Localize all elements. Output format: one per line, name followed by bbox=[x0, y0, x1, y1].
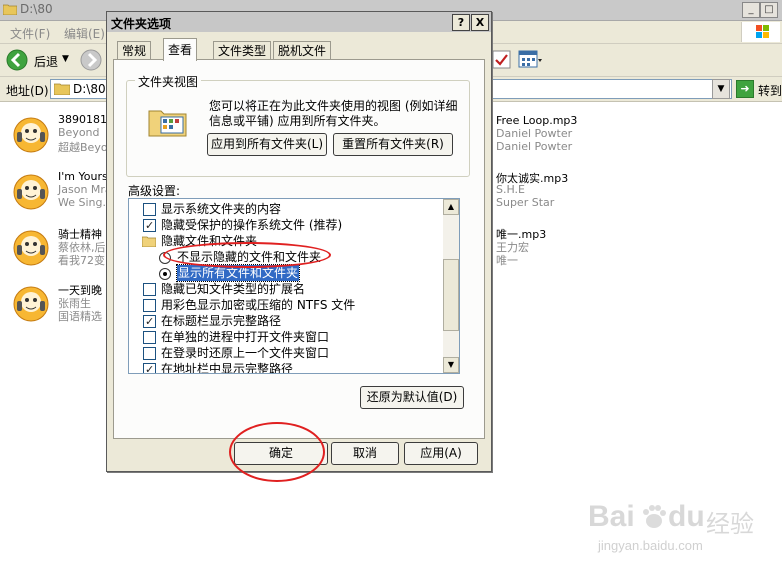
baidu-jingyan-watermark: Bai du 经验 jingyan.baidu.com bbox=[588, 500, 778, 570]
file-name: 唯一.mp3 bbox=[496, 228, 547, 241]
setting-label: 用彩色显示加密或压缩的 NTFS 文件 bbox=[161, 298, 356, 312]
setting-label: 隐藏已知文件类型的扩展名 bbox=[161, 282, 306, 296]
restore-defaults-button[interactable]: 还原为默认值(D) bbox=[360, 386, 464, 409]
radio-button[interactable] bbox=[159, 268, 171, 280]
advanced-settings-list: 显示系统文件夹的内容 隐藏受保护的操作系统文件 (推荐) 隐藏文件和文件夹 不显… bbox=[128, 198, 460, 374]
setting-label: 显示系统文件夹的内容 bbox=[161, 202, 282, 216]
apply-to-all-folders-button[interactable]: 应用到所有文件夹(L) bbox=[207, 133, 327, 156]
dialog-title: 文件夹选项 bbox=[111, 17, 172, 31]
help-button[interactable]: ? bbox=[452, 14, 470, 31]
group-description: 您可以将正在为此文件夹使用的视图 (例如详细信息或平铺) 应用到所有文件夹。 bbox=[209, 99, 458, 128]
paw-icon bbox=[643, 505, 666, 528]
back-button-label[interactable]: 后退 bbox=[34, 53, 58, 70]
back-dropdown-icon[interactable]: ▼ bbox=[62, 54, 69, 64]
dialog-title-bar: 文件夹选项 ? X bbox=[107, 12, 491, 32]
folder-views-group: 文件夹视图 您可以将正在为此文件夹使用的视图 (例如详细信息或平铺) 应用到所有… bbox=[126, 73, 470, 177]
setting-label: 在地址栏中显示完整路径 bbox=[161, 362, 294, 374]
checkbox[interactable] bbox=[143, 314, 156, 330]
minimize-button[interactable]: _ bbox=[742, 2, 760, 18]
address-value: D:\80 bbox=[73, 82, 106, 96]
file-item[interactable]: 你太诚实.mp3 S.H.E Super Star bbox=[496, 170, 568, 209]
watermark-brand: Bai bbox=[588, 500, 635, 533]
folder-icon bbox=[142, 236, 156, 247]
checkbox[interactable] bbox=[143, 347, 156, 360]
setting-label: 隐藏受保护的操作系统文件 (推荐) bbox=[161, 218, 343, 232]
setting-label: 在单独的进程中打开文件夹窗口 bbox=[161, 330, 330, 344]
file-album: 国语精选 bbox=[58, 310, 102, 323]
file-name: Free Loop.mp3 bbox=[496, 114, 578, 127]
watermark-brand-2: du bbox=[668, 500, 705, 533]
annotation-ellipse-show-all bbox=[163, 242, 331, 268]
menu-file[interactable]: 文件(F) bbox=[10, 25, 50, 42]
list-scrollbar[interactable]: ▲ ▼ bbox=[443, 199, 459, 373]
file-album: Daniel Powter bbox=[496, 140, 573, 153]
watermark-cn: 经验 bbox=[706, 510, 754, 538]
file-album: Super Star bbox=[496, 196, 555, 209]
scroll-thumb[interactable] bbox=[443, 259, 459, 331]
checkbox[interactable] bbox=[143, 203, 156, 216]
address-dropdown-icon[interactable]: ▼ bbox=[712, 79, 730, 99]
setting-label: 在标题栏显示完整路径 bbox=[161, 314, 282, 328]
go-arrow-icon[interactable]: ➜ bbox=[736, 80, 754, 98]
address-label: 地址(D) bbox=[6, 84, 49, 98]
scroll-up-icon[interactable]: ▲ bbox=[443, 199, 459, 215]
music-file-icon bbox=[13, 174, 49, 210]
reset-all-folders-button[interactable]: 重置所有文件夹(R) bbox=[333, 133, 453, 156]
tab-view[interactable]: 查看 bbox=[163, 38, 198, 61]
views-icon[interactable] bbox=[518, 50, 542, 70]
folder-options-dialog: 文件夹选项 ? X 常规 查看 文件类型 脱机文件 文件夹视图 您可以将正在为此… bbox=[106, 11, 492, 472]
file-artist: Daniel Powter bbox=[496, 127, 573, 140]
file-album: 看我72变 bbox=[58, 254, 105, 267]
checkbox[interactable] bbox=[143, 218, 156, 234]
maximize-button[interactable]: □ bbox=[760, 2, 778, 18]
music-file-icon bbox=[13, 117, 49, 153]
tab-offline-files[interactable]: 脱机文件 bbox=[273, 41, 332, 60]
cancel-button[interactable]: 取消 bbox=[331, 442, 399, 465]
folder-view-icon bbox=[148, 110, 187, 137]
windows-logo-icon bbox=[741, 22, 780, 42]
checkbox[interactable] bbox=[143, 331, 156, 344]
group-title: 文件夹视图 bbox=[135, 73, 202, 90]
file-item[interactable]: 唯一.mp3 王力宏 唯一 bbox=[496, 226, 547, 267]
advanced-settings-label: 高级设置: bbox=[128, 184, 181, 198]
explorer-title: D:\80 bbox=[20, 2, 53, 16]
checkbox[interactable] bbox=[143, 283, 156, 296]
back-arrow-icon[interactable] bbox=[6, 49, 28, 71]
forward-arrow-icon[interactable] bbox=[80, 49, 102, 71]
folder-icon bbox=[54, 83, 70, 95]
music-file-icon bbox=[13, 286, 49, 322]
close-button[interactable]: X bbox=[471, 14, 489, 31]
tab-file-types[interactable]: 文件类型 bbox=[213, 41, 272, 60]
check-icon[interactable] bbox=[492, 50, 512, 70]
scroll-down-icon[interactable]: ▼ bbox=[443, 357, 459, 373]
annotation-ellipse-ok bbox=[229, 422, 325, 482]
go-button-label[interactable]: 转到 bbox=[758, 82, 782, 99]
file-artist: Jason Mra bbox=[58, 183, 112, 196]
setting-label: 在登录时还原上一个文件夹窗口 bbox=[161, 346, 330, 360]
folder-icon bbox=[3, 4, 17, 15]
file-artist: Beyond bbox=[58, 126, 100, 139]
file-name: I'm Yours bbox=[58, 170, 108, 183]
checkbox[interactable] bbox=[143, 362, 156, 373]
file-album: 超越Beyo bbox=[58, 141, 108, 154]
tab-general[interactable]: 常规 bbox=[117, 41, 152, 60]
checkbox[interactable] bbox=[143, 299, 156, 312]
music-file-icon bbox=[13, 230, 49, 266]
file-album: We Sing. bbox=[58, 196, 106, 209]
watermark-url: jingyan.baidu.com bbox=[598, 538, 703, 553]
file-name: 你太诚实.mp3 bbox=[496, 172, 569, 185]
menu-edit[interactable]: 编辑(E) bbox=[64, 25, 105, 42]
apply-button[interactable]: 应用(A) bbox=[404, 442, 478, 465]
file-item[interactable]: Free Loop.mp3 Daniel Powter Daniel Powte… bbox=[496, 114, 577, 153]
